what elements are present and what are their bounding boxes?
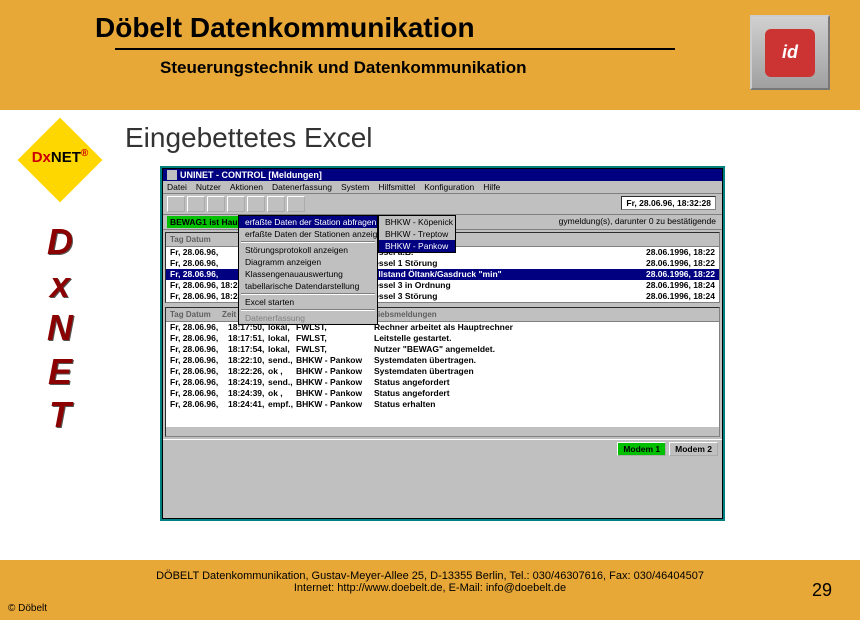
table-row[interactable]: Fr, 28.06.96,18:17:54,lokal,FWLST,Nutzer…	[166, 344, 719, 355]
dropdown-subitem[interactable]: BHKW - Treptow	[379, 228, 455, 240]
toolbar-button[interactable]	[267, 196, 285, 212]
app-menubar[interactable]: Datei Nutzer Aktionen Datenerfassung Sys…	[163, 181, 722, 194]
dropdown-item[interactable]: tabellarische Datendarstellung	[239, 280, 377, 292]
table-row[interactable]: Fr, 28.06.96,18:24:41,empf.,BHKW - Panko…	[166, 399, 719, 410]
menu-hilfsmittel[interactable]: Hilfsmittel	[378, 182, 415, 192]
slide-header: Döbelt Datenkommunikation Steuerungstech…	[0, 0, 860, 110]
dxnet-badge: DxNET®	[10, 130, 110, 190]
table-row[interactable]: Fr, 28.06.96,18:17:51,lokal,FWLST,Leitst…	[166, 333, 719, 344]
menu-datenerfassung[interactable]: Datenerfassung	[272, 182, 332, 192]
page-title: Eingebettetes Excel	[125, 122, 840, 154]
v-letter: x	[10, 263, 110, 306]
toolbar-button[interactable]	[247, 196, 265, 212]
main-area: DxNET® D x N E T Eingebettetes Excel UNI…	[0, 110, 860, 560]
table-row[interactable]: Fr, 28.06.96,18:22:10,send.,BHKW - Panko…	[166, 355, 719, 366]
corner-logo: id	[750, 15, 830, 90]
col-header: Betriebsmeldungen	[362, 310, 715, 319]
menu-nutzer[interactable]: Nutzer	[196, 182, 221, 192]
embedded-app-window: UNINET - CONTROL [Meldungen] Datei Nutze…	[160, 166, 725, 521]
menu-datei[interactable]: Datei	[167, 182, 187, 192]
dropdown-item[interactable]: Klassengenauauswertung	[239, 268, 377, 280]
dropdown-item[interactable]: Excel starten	[239, 296, 377, 308]
v-letter: T	[10, 393, 110, 436]
v-letter: N	[10, 306, 110, 349]
company-name: Döbelt Datenkommunikation	[95, 12, 840, 44]
app-toolbar: Fr, 28.06.96, 18:32:28	[163, 194, 722, 215]
sidebar: DxNET® D x N E T	[0, 110, 120, 560]
footer-line1: DÖBELT Datenkommunikation, Gustav-Meyer-…	[20, 570, 840, 582]
table-row[interactable]: Fr, 28.06.96,18:24:39,ok ,BHKW - PankowS…	[166, 388, 719, 399]
brand-net: NET	[51, 149, 81, 166]
app-icon	[167, 170, 177, 180]
dropdown-item[interactable]: Diagramm anzeigen	[239, 256, 377, 268]
content-area: Eingebettetes Excel UNINET - CONTROL [Me…	[120, 110, 860, 560]
dropdown-item[interactable]: erfaßte Daten der Station abfragen	[239, 216, 377, 228]
status-right-text: gymeldung(s), darunter 0 zu bestätigende	[559, 216, 716, 226]
toolbar-button[interactable]	[227, 196, 245, 212]
vertical-brand: D x N E T	[10, 220, 110, 436]
v-letter: D	[10, 220, 110, 263]
toolbar-button[interactable]	[287, 196, 305, 212]
menu-hilfe[interactable]: Hilfe	[483, 182, 500, 192]
modem1-button[interactable]: Modem 1	[617, 442, 666, 456]
ops-panel: Tag Datum Zeit Art Station Betriebsmeldu…	[165, 307, 720, 437]
toolbar-button[interactable]	[207, 196, 225, 212]
app-title-text: UNINET - CONTROL [Meldungen]	[180, 170, 322, 180]
status-strip: BEWAG1 ist Haupt gymeldung(s), darunter …	[163, 215, 722, 230]
menu-aktionen[interactable]: Aktionen	[230, 182, 263, 192]
dropdown-item[interactable]: Störungsprotokoll anzeigen	[239, 244, 377, 256]
toolbar-button[interactable]	[187, 196, 205, 212]
brand-dx: Dx	[32, 149, 51, 166]
slide-footer: DÖBELT Datenkommunikation, Gustav-Meyer-…	[0, 560, 860, 620]
footer-copyright: © Döbelt	[8, 603, 47, 614]
brand-reg: ®	[81, 148, 88, 159]
dropdown-item[interactable]: erfaßte Daten der Stationen anzeigen	[239, 228, 377, 240]
dropdown-item-disabled: Datenerfassung	[239, 312, 377, 324]
menu-konfiguration[interactable]: Konfiguration	[424, 182, 474, 192]
col-header-tag: Tag Datum	[170, 235, 238, 244]
table-row[interactable]: Fr, 28.06.96,18:22:26,ok ,BHKW - PankowS…	[166, 366, 719, 377]
table-row[interactable]: Fr, 28.06.96,18:24:19,send.,BHKW - Panko…	[166, 377, 719, 388]
app-titlebar[interactable]: UNINET - CONTROL [Meldungen]	[163, 169, 722, 181]
dropdown-subitem[interactable]: BHKW - Pankow	[379, 240, 455, 252]
company-subtitle: Steuerungstechnik und Datenkommunikation	[160, 58, 840, 78]
menu-system[interactable]: System	[341, 182, 369, 192]
ops-rows[interactable]: Fr, 28.06.96,18:17:50,lokal,FWLST,Rechne…	[166, 322, 719, 427]
modem2-button[interactable]: Modem 2	[669, 442, 718, 456]
v-letter: E	[10, 350, 110, 393]
datetime-display: Fr, 28.06.96, 18:32:28	[621, 196, 716, 210]
toolbar-button[interactable]	[167, 196, 185, 212]
bottom-bar: Modem 1 Modem 2	[163, 439, 722, 458]
footer-page-number: 29	[812, 580, 832, 601]
dropdown-datenerfassung[interactable]: erfaßte Daten der Station abfragen erfaß…	[238, 215, 378, 325]
logo-id-icon: id	[765, 29, 815, 77]
dropdown-submenu[interactable]: BHKW - Köpenick BHKW - Treptow BHKW - Pa…	[378, 215, 456, 253]
footer-line2: Internet: http://www.doebelt.de, E-Mail:…	[20, 582, 840, 594]
header-divider	[115, 48, 675, 50]
dropdown-subitem[interactable]: BHKW - Köpenick	[379, 216, 455, 228]
col-header: Tag Datum	[170, 310, 222, 319]
status-green-badge: BEWAG1 ist Haupt	[167, 216, 249, 228]
